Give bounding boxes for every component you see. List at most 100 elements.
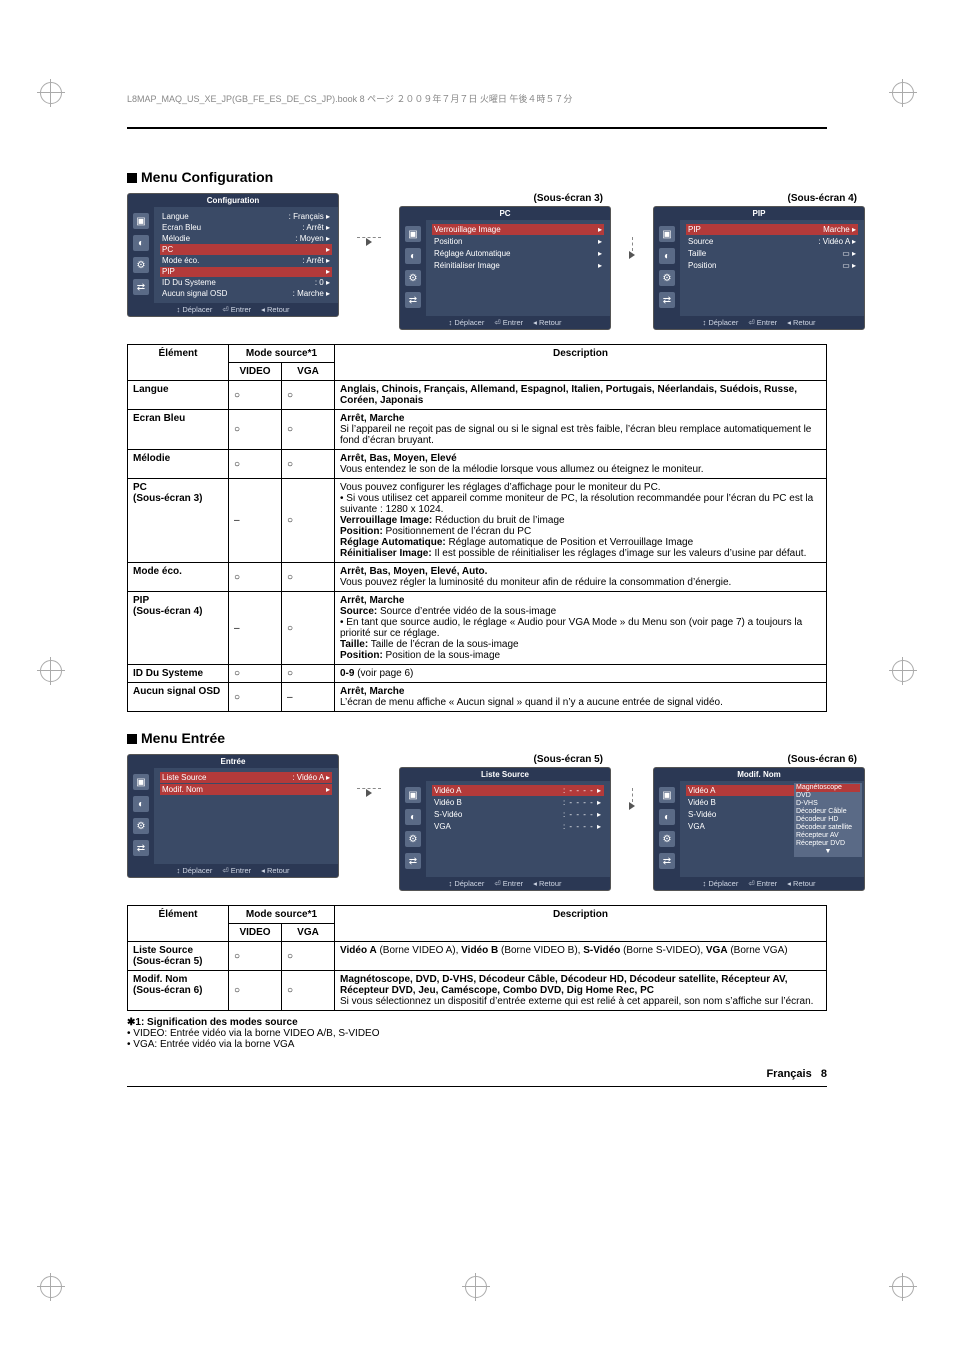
crop-mark [892, 1276, 914, 1301]
table-row: Aucun signal OSD○–Arrêt, MarcheL’écran d… [128, 683, 827, 712]
th-element: Élément [128, 906, 229, 942]
setup-icon: ⚙ [659, 270, 675, 286]
arrow-right-icon [629, 802, 635, 810]
osd-menu-item: Langue: Français ▸ [160, 211, 332, 221]
osd-entree: Entrée ▣ ◐ ⚙ ⇄ Liste Source: Vidéo A ▸Mo… [127, 754, 339, 878]
osd-configuration: Configuration ▣ ◐ ⚙ ⇄ Langue: Français ▸… [127, 193, 339, 317]
th-mode: Mode source*1 [229, 345, 335, 363]
osd-footer: ↕ Déplacer ⏎ Entrer ◂ Retour [400, 877, 610, 890]
table-row: Mélodie○○Arrêt, Bas, Moyen, ElevéVous en… [128, 450, 827, 479]
th-element: Élément [128, 345, 229, 381]
rule [127, 127, 827, 129]
table-row: Liste Source(Sous-écran 5)○○Vidéo A (Bor… [128, 942, 827, 971]
setup-icon: ⚙ [659, 831, 675, 847]
picture-icon: ▣ [405, 226, 421, 242]
osd-menu-item: PC ▸ [160, 244, 332, 254]
osd-title: Configuration [128, 194, 338, 207]
table-row: Langue○○Anglais, Chinois, Français, Alle… [128, 381, 827, 410]
crop-mark [40, 82, 62, 107]
osd-menu-item: Liste Source: Vidéo A ▸ [160, 772, 332, 783]
picture-icon: ▣ [133, 213, 149, 229]
picture-icon: ▣ [133, 774, 149, 790]
setup-icon: ⚙ [405, 270, 421, 286]
osd-menu-item: Vidéo B: - - - - ▸ [432, 797, 604, 808]
table-row: Mode éco.○○Arrêt, Bas, Moyen, Elevé, Aut… [128, 563, 827, 592]
table-row: PIP(Sous-écran 4)–○Arrêt, MarcheSource: … [128, 592, 827, 665]
osd-title: Modif. Nom [654, 768, 864, 781]
entree-table: Élément Mode source*1 Description VIDEO … [127, 905, 827, 1011]
osd-liste-source: Liste Source ▣ ◐ ⚙ ⇄ Vidéo A: - - - - ▸V… [399, 767, 611, 891]
arrow-right-icon [629, 251, 635, 259]
osd-menu-item: PIP ▸ [160, 267, 332, 277]
section-title-config: Menu Configuration [127, 169, 827, 185]
osd-menu-item: Modif. Nom ▸ [160, 784, 332, 795]
picture-icon: ▣ [659, 226, 675, 242]
page-footer: Français 8 [127, 1068, 827, 1080]
osd-menu-item: Ecran Bleu: Arrêt ▸ [160, 222, 332, 232]
osd-row-config: Configuration ▣ ◐ ⚙ ⇄ Langue: Français ▸… [127, 193, 827, 330]
sound-icon: ◐ [659, 809, 675, 825]
osd-menu-item: Position▭ ▸ [686, 260, 858, 271]
crop-mark [465, 1276, 487, 1301]
table-row: ID Du Systeme○○0-9 (voir page 6) [128, 665, 827, 683]
th-desc: Description [335, 906, 827, 942]
th-video: VIDEO [229, 363, 282, 381]
table-row: Ecran Bleu○○Arrêt, MarcheSi l’appareil n… [128, 410, 827, 450]
osd-title: Entrée [128, 755, 338, 768]
osd-menu-item: Vidéo A: - - - - ▸ [432, 785, 604, 796]
input-icon: ⇄ [133, 279, 149, 295]
input-icon: ⇄ [405, 853, 421, 869]
table-row: Modif. Nom(Sous-écran 6)○○Magnétoscope, … [128, 971, 827, 1011]
osd-menu-item: Réinitialiser Image ▸ [432, 260, 604, 271]
osd-title: PIP [654, 207, 864, 220]
osd-footer: ↕ Déplacer ⏎ Entrer ◂ Retour [400, 316, 610, 329]
sound-icon: ◐ [405, 809, 421, 825]
osd-footer: ↕ Déplacer ⏎ Entrer ◂ Retour [128, 864, 338, 877]
osd-menu-item: Position ▸ [432, 236, 604, 247]
th-desc: Description [335, 345, 827, 381]
subscreen-label-5: (Sous-écran 5) [534, 754, 603, 765]
osd-menu-item: PIPMarche ▸ [686, 224, 858, 235]
osd-pip: PIP ▣ ◐ ⚙ ⇄ PIPMarche ▸Source: Vidéo A ▸… [653, 206, 865, 330]
footnote: ✱1: Signification des modes source • VID… [127, 1017, 827, 1050]
picture-icon: ▣ [659, 787, 675, 803]
osd-menu-item: Réglage Automatique ▸ [432, 248, 604, 259]
osd-menu-item: Taille▭ ▸ [686, 248, 858, 259]
th-vga: VGA [282, 924, 335, 942]
input-icon: ⇄ [133, 840, 149, 856]
osd-title: Liste Source [400, 768, 610, 781]
crop-mark [892, 82, 914, 107]
section-title-entree: Menu Entrée [127, 730, 827, 746]
sound-icon: ◐ [133, 235, 149, 251]
subscreen-label-3: (Sous-écran 3) [534, 193, 603, 204]
arrow-right-icon [366, 789, 372, 797]
osd-menu-item: VGA: - - - - ▸ [432, 821, 604, 832]
setup-icon: ⚙ [405, 831, 421, 847]
sound-icon: ◐ [659, 248, 675, 264]
input-icon: ⇄ [659, 292, 675, 308]
modif-options-popup: MagnétoscopeDVDD-VHSDécodeur CâbleDécode… [794, 783, 862, 857]
input-icon: ⇄ [659, 853, 675, 869]
osd-menu-item: Source: Vidéo A ▸ [686, 236, 858, 247]
setup-icon: ⚙ [133, 818, 149, 834]
picture-icon: ▣ [405, 787, 421, 803]
crop-mark [40, 1276, 62, 1301]
osd-menu-item: S-Vidéo: - - - - ▸ [432, 809, 604, 820]
sound-icon: ◐ [405, 248, 421, 264]
osd-pc: PC ▣ ◐ ⚙ ⇄ Verrouillage Image ▸Position … [399, 206, 611, 330]
osd-menu-item: Verrouillage Image ▸ [432, 224, 604, 235]
osd-menu-item: Mode éco.: Arrêt ▸ [160, 256, 332, 266]
config-table: Élément Mode source*1 Description VIDEO … [127, 344, 827, 712]
crop-mark [40, 660, 62, 685]
crop-mark [892, 660, 914, 685]
arrow-right-icon [366, 238, 372, 246]
input-icon: ⇄ [405, 292, 421, 308]
subscreen-label-6: (Sous-écran 6) [788, 754, 857, 765]
th-mode: Mode source*1 [229, 906, 335, 924]
running-header: L8MAP_MAQ_US_XE_JP(GB_FE_ES_DE_CS_JP).bo… [127, 92, 572, 105]
th-vga: VGA [282, 363, 335, 381]
sound-icon: ◐ [133, 796, 149, 812]
osd-row-entree: Entrée ▣ ◐ ⚙ ⇄ Liste Source: Vidéo A ▸Mo… [127, 754, 827, 891]
table-row: PC(Sous-écran 3)–○Vous pouvez configurer… [128, 479, 827, 563]
osd-footer: ↕ Déplacer ⏎ Entrer ◂ Retour [128, 303, 338, 316]
